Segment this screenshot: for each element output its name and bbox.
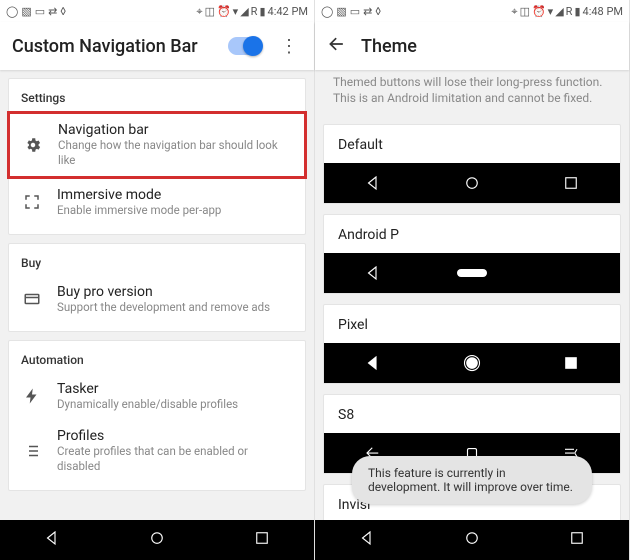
fullscreen-icon	[21, 193, 43, 211]
nav-home-icon[interactable]	[463, 529, 481, 551]
nav-back-icon[interactable]	[358, 529, 376, 551]
nav-home-icon	[432, 174, 512, 192]
nav-back-icon	[333, 264, 413, 282]
section-label: Automation	[9, 349, 305, 373]
nav-recent-icon[interactable]	[253, 529, 271, 551]
wifi-icon: ▾	[548, 6, 554, 17]
theme-hint: Themed buttons will lose their long-pres…	[323, 70, 621, 114]
row-title: Buy pro version	[57, 284, 293, 300]
app-title: Theme	[361, 36, 617, 57]
vibrate-icon: ◫	[205, 6, 215, 17]
settings-content: Settings Navigation bar Change how the n…	[0, 70, 314, 560]
card-icon	[21, 290, 43, 308]
system-nav	[0, 520, 314, 560]
signal-icon: ◢	[240, 6, 248, 17]
row-sub: Enable immersive mode per-app	[57, 203, 293, 218]
row-sub: Support the development and remove ads	[57, 300, 293, 315]
section-automation: Automation Tasker Dynamically enable/dis…	[8, 340, 306, 491]
nav-preview	[324, 253, 620, 293]
theme-name: Android P	[324, 215, 620, 253]
wifi-icon: ▾	[233, 6, 239, 17]
circle-icon: ◯	[321, 6, 333, 17]
nav-back-icon[interactable]	[43, 529, 61, 551]
section-label: Buy	[9, 252, 305, 276]
cloud-icon: ▭	[35, 6, 45, 17]
drop-icon: ◊	[60, 6, 66, 17]
signal-icon: ◢	[555, 6, 563, 17]
phone-right: ◯ ▧ ▭ ⇄ ◊ ⌖ ◫ ⏰ ▾ ◢ R ▮ 4:48 PM Theme Th…	[315, 0, 630, 560]
nav-recent-icon[interactable]	[568, 529, 586, 551]
theme-default[interactable]: Default	[323, 124, 621, 204]
nav-preview	[324, 343, 620, 383]
nav-home-pill-icon	[432, 269, 512, 277]
row-navigation-bar[interactable]: Navigation bar Change how the navigation…	[7, 111, 307, 179]
theme-pixel[interactable]: Pixel	[323, 304, 621, 384]
row-sub: Dynamically enable/disable profiles	[57, 397, 293, 412]
image-icon: ▧	[336, 6, 346, 17]
vibrate-icon: ◫	[520, 6, 530, 17]
row-tasker[interactable]: Tasker Dynamically enable/disable profil…	[9, 373, 305, 420]
circle-icon: ◯	[6, 6, 18, 17]
overflow-icon[interactable]: ⋮	[276, 36, 302, 57]
section-label: Settings	[9, 87, 305, 111]
battery-icon: ▮	[574, 6, 580, 17]
nav-back-icon	[333, 354, 413, 372]
row-title: Navigation bar	[58, 122, 292, 138]
alarm-icon: ⏰	[217, 6, 231, 17]
cloud-icon: ▭	[350, 6, 360, 17]
bluetooth-icon: ⌖	[511, 6, 517, 17]
shuffle-icon: ⇄	[48, 6, 57, 17]
nav-preview	[324, 163, 620, 203]
phone-left: ◯ ▧ ▭ ⇄ ◊ ⌖ ◫ ⏰ ▾ ◢ R ▮ 4:42 PM Custom N…	[0, 0, 315, 560]
alarm-icon: ⏰	[532, 6, 546, 17]
row-title: Tasker	[57, 381, 293, 397]
app-bar: Custom Navigation Bar ⋮	[0, 22, 314, 70]
nav-home-icon[interactable]	[148, 529, 166, 551]
battery-icon: ▮	[259, 6, 265, 17]
status-time: 4:42 PM	[268, 5, 308, 18]
list-icon	[21, 442, 43, 460]
app-title: Custom Navigation Bar	[12, 36, 214, 57]
row-buy-pro[interactable]: Buy pro version Support the development …	[9, 276, 305, 323]
theme-name: Pixel	[324, 305, 620, 343]
shuffle-icon: ⇄	[363, 6, 372, 17]
back-icon[interactable]	[327, 34, 347, 58]
theme-name: S8	[324, 395, 620, 433]
status-bar: ◯ ▧ ▭ ⇄ ◊ ⌖ ◫ ⏰ ▾ ◢ R ▮ 4:42 PM	[0, 0, 314, 22]
row-sub: Change how the navigation bar should loo…	[58, 138, 292, 168]
row-title: Profiles	[57, 428, 293, 444]
toast: This feature is currently in development…	[352, 456, 592, 504]
nav-back-icon	[333, 174, 413, 192]
nav-recent-icon	[531, 174, 611, 192]
row-profiles[interactable]: Profiles Create profiles that can be ena…	[9, 420, 305, 482]
nav-recent-icon	[531, 354, 611, 372]
theme-android-p[interactable]: Android P	[323, 214, 621, 294]
section-buy: Buy Buy pro version Support the developm…	[8, 243, 306, 332]
net-label: R	[566, 6, 573, 17]
theme-name: Default	[324, 125, 620, 163]
bluetooth-icon: ⌖	[196, 6, 202, 17]
status-bar: ◯ ▧ ▭ ⇄ ◊ ⌖ ◫ ⏰ ▾ ◢ R ▮ 4:48 PM	[315, 0, 629, 22]
image-icon: ▧	[21, 6, 31, 17]
net-label: R	[251, 6, 258, 17]
section-settings: Settings Navigation bar Change how the n…	[8, 78, 306, 235]
gear-icon	[22, 136, 44, 154]
drop-icon: ◊	[375, 6, 381, 17]
row-sub: Create profiles that can be enabled or d…	[57, 444, 293, 474]
status-time: 4:48 PM	[583, 5, 623, 18]
row-immersive-mode[interactable]: Immersive mode Enable immersive mode per…	[9, 179, 305, 226]
row-title: Immersive mode	[57, 187, 293, 203]
system-nav	[315, 520, 629, 560]
bolt-icon	[21, 387, 43, 405]
nav-home-icon	[432, 354, 512, 372]
master-toggle[interactable]	[228, 37, 262, 55]
app-bar: Theme	[315, 22, 629, 70]
